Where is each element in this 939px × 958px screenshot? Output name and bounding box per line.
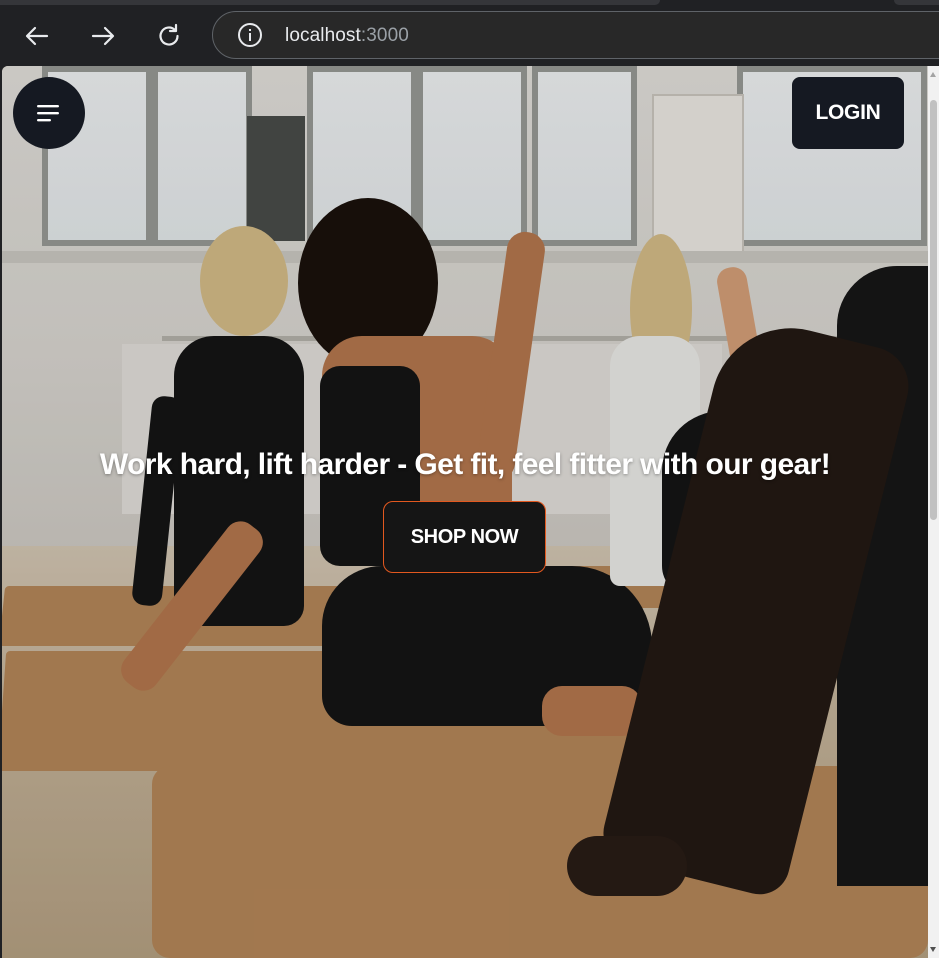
address-bar[interactable]: localhost:3000 (212, 11, 939, 59)
hero-headline: Work hard, lift harder - Get fit, feel f… (99, 448, 831, 481)
scroll-up-arrow-icon[interactable] (930, 72, 936, 77)
browser-toolbar: localhost:3000 (0, 0, 939, 66)
url-text: localhost:3000 (285, 25, 409, 47)
login-button[interactable]: LOGIN (792, 77, 904, 149)
scroll-down-arrow-icon[interactable] (930, 947, 936, 952)
url-port: :3000 (360, 25, 409, 46)
menu-button[interactable] (13, 77, 85, 149)
arrow-left-icon (25, 26, 49, 46)
page-scrollbar[interactable] (928, 66, 939, 958)
tab-strip-edge (0, 0, 660, 5)
shop-now-button[interactable]: SHOP NOW (383, 501, 546, 573)
page-viewport: LOGIN Work hard, lift harder - Get fit, … (2, 66, 928, 958)
hamburger-menu-icon (37, 105, 59, 122)
arrow-right-icon (91, 26, 115, 46)
info-icon[interactable] (237, 22, 263, 48)
url-host: localhost (285, 25, 361, 46)
tab-strip-edge-right (894, 0, 939, 5)
scrollbar-thumb[interactable] (930, 100, 937, 520)
reload-icon (159, 23, 179, 46)
reload-button[interactable] (151, 18, 187, 54)
forward-button[interactable] (85, 18, 121, 54)
back-button[interactable] (19, 18, 55, 54)
